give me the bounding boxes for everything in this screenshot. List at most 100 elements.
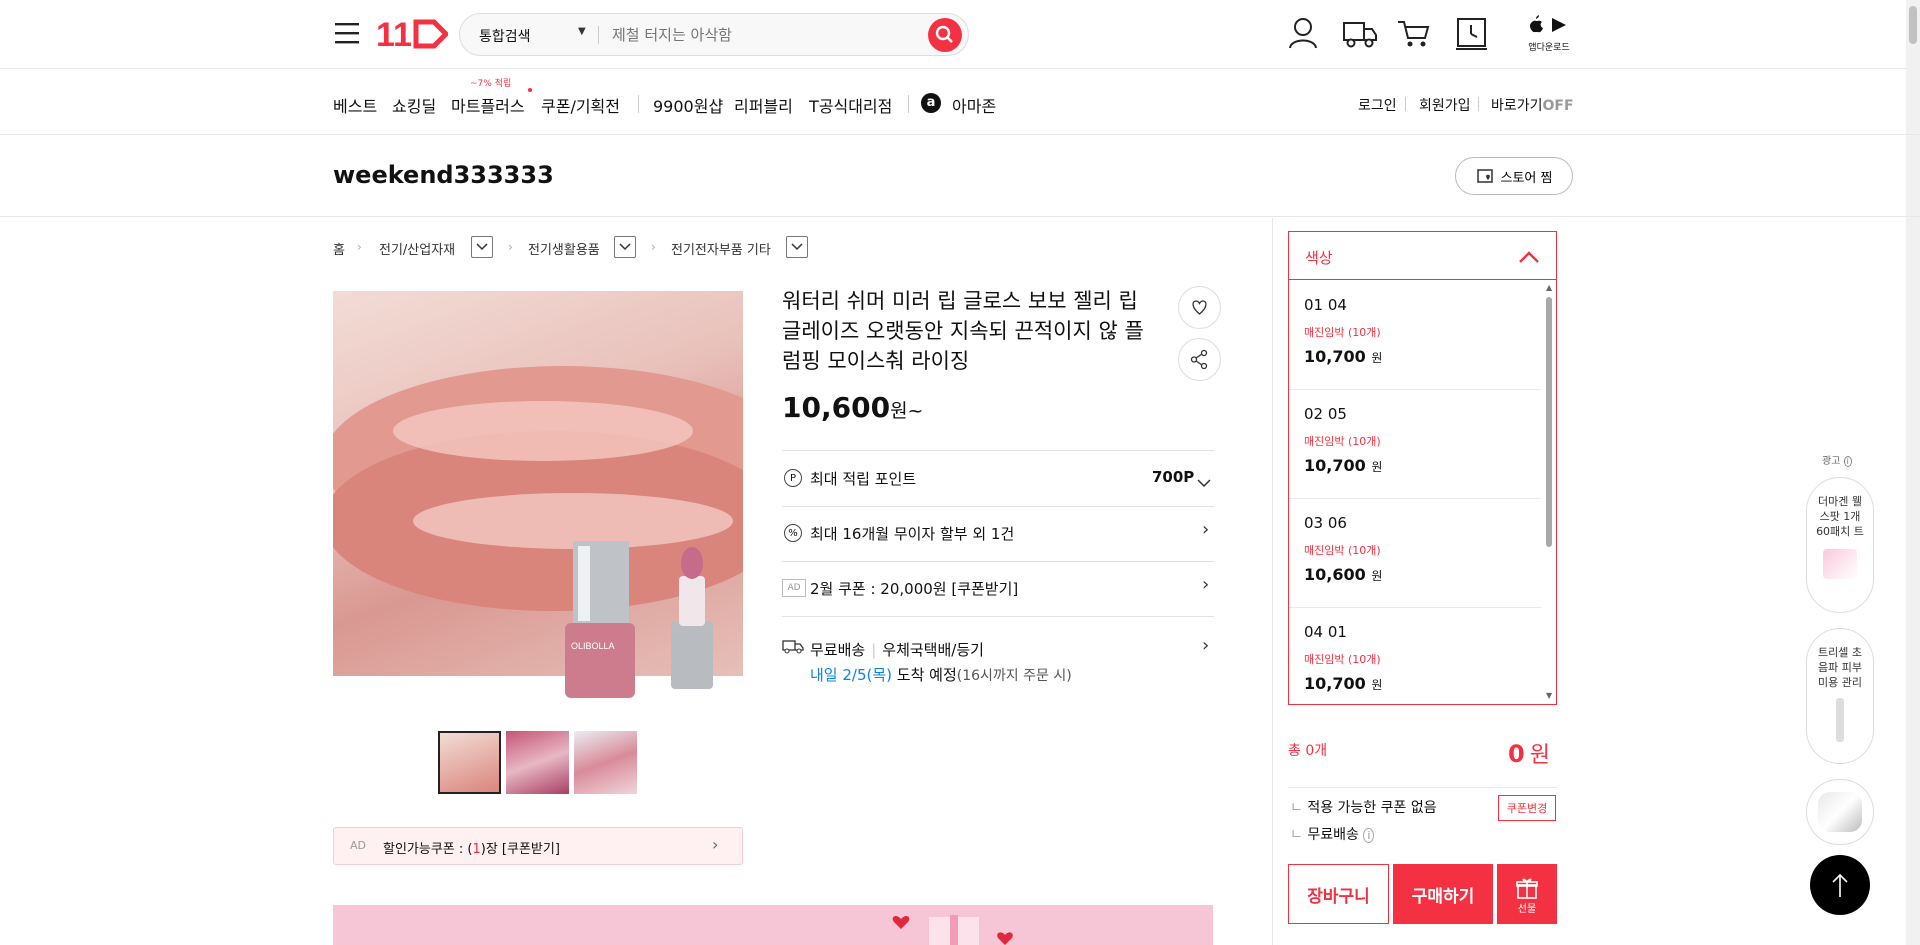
option-list: 01 04 매진임박 (10개) 10,700 원 02 05 매진임박 (10… bbox=[1289, 281, 1556, 704]
bottle-brand: OLIBOLLA bbox=[571, 641, 615, 651]
store-follow-button[interactable]: 스토어 찜 bbox=[1455, 157, 1573, 195]
breadcrumb-level1[interactable]: 전기/산업자재 bbox=[379, 239, 455, 258]
total-count: 총 0개 bbox=[1288, 743, 1328, 759]
breadcrumb-home[interactable]: 홈 bbox=[333, 239, 345, 258]
summary-divider bbox=[1288, 787, 1557, 788]
percent-icon: % bbox=[784, 524, 802, 542]
option-price-unit: 원 bbox=[1371, 569, 1383, 583]
gift-button[interactable]: 선물 bbox=[1497, 864, 1557, 924]
option-item[interactable]: 02 05 매진임박 (10개) 10,700 원 bbox=[1289, 390, 1541, 499]
shipping-row[interactable]: 무료배송 | 우체국택배/등기 내일 2/5(목) 도착 예정(16시까지 주문 시… bbox=[782, 616, 1214, 686]
point-value: 700P bbox=[1152, 468, 1195, 486]
total-price-value: 0 bbox=[1508, 740, 1525, 768]
buy-button[interactable]: 구매하기 bbox=[1393, 864, 1493, 924]
coupon-prefix: 할인가능쿠폰 : ( bbox=[383, 842, 473, 857]
svg-text:11: 11 bbox=[376, 16, 412, 52]
menu-button[interactable] bbox=[334, 20, 360, 46]
nav-divider bbox=[1478, 97, 1479, 111]
search-category-select[interactable]: 통합검색 bbox=[479, 26, 531, 46]
discount-coupon-banner[interactable]: AD 할인가능쿠폰 : (1)장 [쿠폰받기] › bbox=[333, 827, 743, 865]
coupon-change-button[interactable]: 쿠폰변경 bbox=[1498, 795, 1556, 821]
thumbnail-3[interactable] bbox=[574, 731, 637, 794]
info-icon[interactable]: i bbox=[1363, 828, 1375, 843]
my-account-icon[interactable] bbox=[1288, 16, 1318, 54]
point-row[interactable]: P 최대 적립 포인트 700P bbox=[782, 450, 1214, 506]
wishlist-button[interactable] bbox=[1178, 286, 1221, 329]
option-price: 10,700 원 bbox=[1304, 674, 1382, 693]
recent-view-icon[interactable] bbox=[1456, 17, 1488, 55]
chevron-right-icon: › bbox=[1202, 635, 1210, 656]
cart-button[interactable]: 장바구니 bbox=[1288, 864, 1389, 924]
mart-badge: ~7% 적립 bbox=[470, 79, 512, 89]
installment-row[interactable]: % 최대 16개월 무이자 할부 외 1건 › bbox=[782, 506, 1214, 561]
search-input[interactable] bbox=[612, 22, 912, 48]
nav-shocking-deal[interactable]: 쇼킹딜 bbox=[392, 93, 436, 117]
app-download-button[interactable]: 앱다운로드 bbox=[1528, 15, 1570, 53]
chevron-down-icon bbox=[1197, 473, 1211, 492]
option-header[interactable]: 색상 bbox=[1289, 232, 1556, 280]
nav-9900[interactable]: 9900원샵 bbox=[653, 93, 723, 117]
scroll-up-icon[interactable]: ▲ bbox=[1546, 283, 1552, 292]
shipping-method: 우체국택배/등기 bbox=[882, 641, 984, 659]
option-item[interactable]: 04 01 매진임박 (10개) 10,700 원 bbox=[1289, 608, 1541, 704]
option-item[interactable]: 01 04 매진임박 (10개) 10,700 원 bbox=[1289, 281, 1541, 390]
chevron-down-icon bbox=[619, 243, 631, 251]
breadcrumb-level3[interactable]: 전기전자부품 기타 bbox=[671, 239, 771, 258]
nav-mart-plus[interactable]: 마트플러스 bbox=[451, 93, 525, 117]
ad-label: 광고 i bbox=[1822, 452, 1852, 467]
nav-best[interactable]: 베스트 bbox=[333, 93, 377, 117]
option-name: 03 06 bbox=[1304, 514, 1347, 532]
free-shipping-info: ㄴ 무료배송 i bbox=[1290, 824, 1375, 844]
logo[interactable]: 11 bbox=[376, 16, 450, 54]
breadcrumb-level2[interactable]: 전기생활용품 bbox=[528, 239, 600, 258]
store-name[interactable]: weekend333333 bbox=[333, 161, 554, 189]
coupon-none-label: 적용 가능한 쿠폰 없음 bbox=[1307, 800, 1437, 816]
side-ad-3[interactable] bbox=[1806, 779, 1874, 845]
option-item[interactable]: 03 06 매진임박 (10개) 10,600 원 bbox=[1289, 499, 1541, 608]
option-scrollbar-thumb[interactable] bbox=[1546, 297, 1552, 547]
app-download-label: 앱다운로드 bbox=[1528, 43, 1570, 53]
search-category-label: 통합검색 bbox=[479, 29, 531, 45]
chevron-right-icon: › bbox=[1202, 519, 1210, 540]
product-main-image[interactable]: OLIBOLLA bbox=[333, 291, 743, 701]
scroll-down-icon[interactable]: ▼ bbox=[1546, 691, 1552, 700]
chevron-right-icon: › bbox=[1202, 574, 1210, 595]
nav-divider bbox=[638, 95, 639, 113]
thumbnail-2[interactable] bbox=[506, 731, 569, 794]
promo-banner[interactable] bbox=[333, 905, 1213, 945]
scroll-top-button[interactable] bbox=[1810, 855, 1870, 915]
nav-refurbly[interactable]: 리퍼블리 bbox=[734, 93, 793, 117]
side-ad-2[interactable]: 트리셀 초음파 피부미용 관리 bbox=[1806, 628, 1874, 764]
search-bar: 통합검색 ▼ bbox=[459, 13, 969, 56]
side-ad-1[interactable]: 더마겐 웰스팟 1개 60패치 트 bbox=[1806, 477, 1874, 613]
share-button[interactable] bbox=[1178, 338, 1221, 381]
delivery-truck-icon[interactable] bbox=[1342, 18, 1378, 54]
page-scrollbar-thumb[interactable] bbox=[1909, 6, 1917, 44]
shortcut-label: 바로가기 bbox=[1491, 98, 1543, 114]
breadcrumb-dropdown[interactable] bbox=[614, 236, 636, 258]
product-title: 워터리 쉬머 미러 립 글로스 보보 젤리 립글레이즈 오랫동안 지속되 끈적이… bbox=[782, 289, 1144, 373]
breadcrumb-dropdown[interactable] bbox=[471, 236, 493, 258]
signup-link[interactable]: 회원가입 bbox=[1419, 95, 1471, 115]
info-icon[interactable]: i bbox=[1843, 456, 1852, 467]
side-ad-1-image bbox=[1823, 549, 1857, 579]
point-label: 최대 적립 포인트 bbox=[810, 470, 917, 488]
product-price: 10,600원~ bbox=[782, 391, 923, 424]
coupon-row[interactable]: AD 2월 쿠폰 : 20,000원 [쿠폰받기] › bbox=[782, 561, 1214, 616]
cart-icon[interactable] bbox=[1397, 18, 1431, 54]
option-price-value: 10,700 bbox=[1304, 456, 1366, 475]
nav-amazon[interactable]: 아마존 bbox=[952, 93, 996, 117]
option-scrollbar[interactable]: ▲ ▼ bbox=[1543, 281, 1555, 704]
shipping-label: 무료배송 | 우체국택배/등기 bbox=[810, 639, 984, 660]
thumbnail-1[interactable] bbox=[438, 731, 501, 794]
search-divider bbox=[598, 26, 599, 44]
option-price-unit: 원 bbox=[1371, 678, 1383, 692]
chevron-down-icon bbox=[476, 243, 488, 251]
breadcrumb-dropdown[interactable] bbox=[786, 236, 808, 258]
option-price: 10,600 원 bbox=[1304, 565, 1382, 584]
search-button[interactable] bbox=[928, 18, 962, 52]
shortcut-toggle[interactable]: 바로가기OFF bbox=[1491, 95, 1574, 115]
nav-coupon[interactable]: 쿠폰/기획전 bbox=[541, 93, 620, 117]
nav-t-official[interactable]: T공식대리점 bbox=[809, 93, 892, 117]
login-link[interactable]: 로그인 bbox=[1358, 95, 1397, 115]
